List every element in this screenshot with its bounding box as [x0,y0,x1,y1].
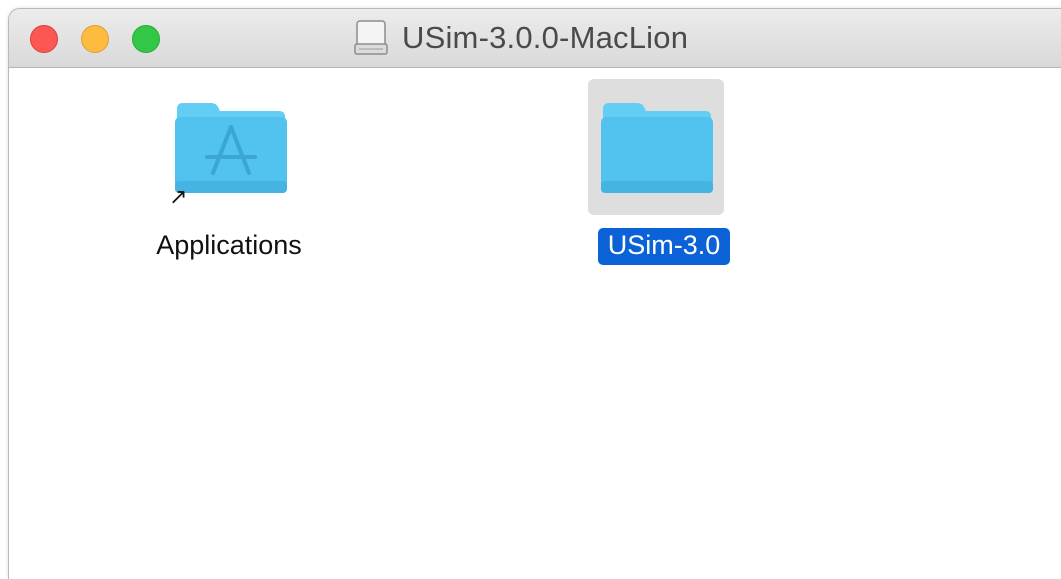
usim-folder-label: USim-3.0 [597,228,731,265]
close-button[interactable] [30,25,58,53]
usim-folder-item[interactable]: USim-3.0 [579,79,749,265]
applications-item[interactable]: ↗ Applications [129,94,329,261]
window-title-group: USim-3.0.0-MacLion [354,9,688,67]
disk-image-icon [354,20,388,55]
window-title: USim-3.0.0-MacLion [402,20,689,55]
folder-icon [601,103,713,193]
title-bar[interactable]: USim-3.0.0-MacLion [9,9,1061,68]
finder-window: USim-3.0.0-MacLion ↗ Applications USim-3… [8,8,1061,579]
alias-arrow-icon: ↗ [169,184,188,209]
minimize-button[interactable] [81,25,109,53]
applications-label: Applications [156,230,302,260]
applications-folder-icon [175,103,287,193]
maximize-button[interactable] [132,25,160,53]
